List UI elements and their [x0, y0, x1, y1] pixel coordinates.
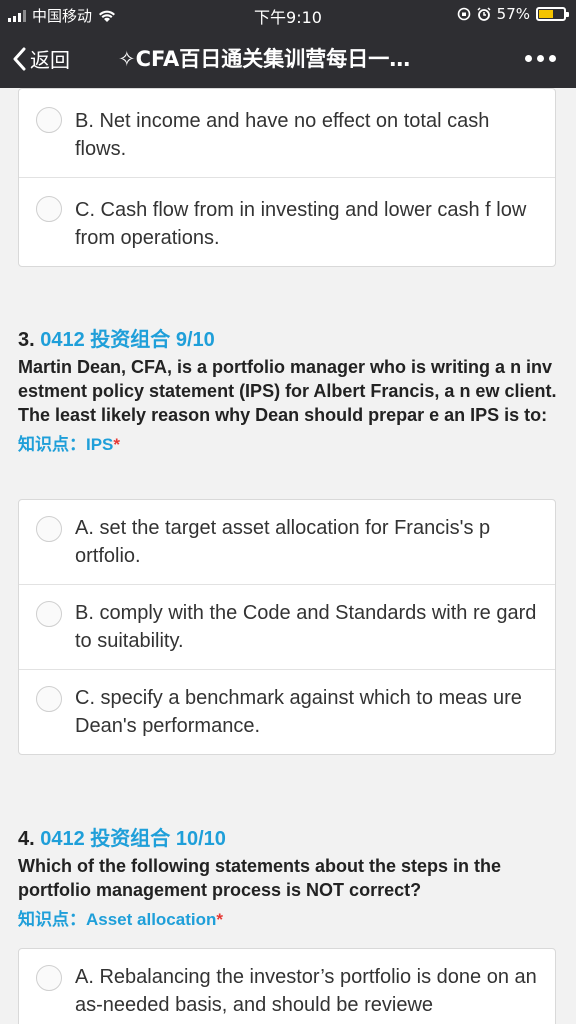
radio-button[interactable] [36, 965, 62, 991]
orientation-lock-icon [457, 7, 470, 21]
more-dot-icon [549, 55, 556, 62]
alarm-icon [477, 7, 491, 21]
option-text: B. comply with the Code and Standards wi… [75, 602, 537, 652]
radio-button[interactable] [36, 601, 62, 627]
option-b[interactable]: B. comply with the Code and Standards wi… [19, 584, 555, 669]
option-c[interactable]: C. Cash flow from in investing and lower… [19, 177, 555, 266]
back-label: 返回 [30, 48, 70, 72]
nav-bar: 返回 ✧CFA百日通关集训营每日一… [0, 28, 576, 88]
question-header: 4. 0412 投资组合 10/10 [18, 826, 558, 852]
knowledge-label: 知识点： [18, 435, 86, 454]
required-mark: * [113, 435, 121, 454]
radio-button[interactable] [36, 516, 62, 542]
back-button[interactable]: 返回 [12, 44, 70, 73]
question-2-options: B. Net income and have no effect on tota… [18, 88, 556, 267]
question-number: 3. [18, 329, 35, 351]
option-text: A. Rebalancing the investor’s portfolio … [75, 966, 537, 1016]
option-text: B. Net income and have no effect on tota… [75, 110, 490, 160]
radio-button[interactable] [36, 196, 62, 222]
knowledge-label: 知识点： [18, 910, 86, 929]
question-text: Martin Dean, CFA, is a portfolio manager… [18, 357, 557, 425]
question-3-options: A. set the target asset allocation for F… [18, 499, 556, 755]
top-bar: 中国移动 下午9:10 57% 返回 ✧CFA百日通关集训营每日一… [0, 0, 576, 88]
question-number: 4. [18, 828, 35, 850]
question-text: Which of the following statements about … [18, 856, 502, 900]
question-tag: 0412 投资组合 9/10 [40, 329, 215, 351]
option-text: A. set the target asset allocation for F… [75, 517, 491, 567]
question-tag: 0412 投资组合 10/10 [40, 828, 226, 850]
question-4: 4. 0412 投资组合 10/10 Which of the followin… [18, 826, 558, 932]
status-bar: 中国移动 下午9:10 57% [0, 0, 576, 28]
option-a[interactable]: A. Rebalancing the investor’s portfolio … [19, 949, 555, 1024]
required-mark: * [216, 910, 223, 929]
knowledge-value: Asset allocation [86, 910, 217, 929]
radio-button[interactable] [36, 107, 62, 133]
option-text: C. specify a benchmark against which to … [75, 687, 522, 737]
more-button[interactable] [525, 55, 556, 62]
option-a[interactable]: A. set the target asset allocation for F… [19, 500, 555, 584]
option-text: C. Cash flow from in investing and lower… [75, 199, 527, 249]
knowledge-value: IPS [86, 435, 114, 454]
battery-icon [536, 7, 569, 21]
more-dot-icon [525, 55, 532, 62]
chevron-left-icon [13, 47, 26, 70]
option-c[interactable]: C. specify a benchmark against which to … [19, 669, 555, 754]
question-4-options: A. Rebalancing the investor’s portfolio … [18, 948, 556, 1024]
knowledge-point: 知识点：Asset allocation* [18, 908, 558, 932]
question-3: 3. 0412 投资组合 9/10 Martin Dean, CFA, is a… [18, 327, 558, 457]
question-header: 3. 0412 投资组合 9/10 [18, 327, 558, 353]
radio-button[interactable] [36, 686, 62, 712]
knowledge-point: 知识点：IPS* [18, 433, 558, 457]
battery-percent: 57% [496, 5, 530, 23]
more-dot-icon [537, 55, 544, 62]
page-title: ✧CFA百日通关集训营每日一… [118, 47, 411, 71]
option-b[interactable]: B. Net income and have no effect on tota… [19, 89, 555, 177]
